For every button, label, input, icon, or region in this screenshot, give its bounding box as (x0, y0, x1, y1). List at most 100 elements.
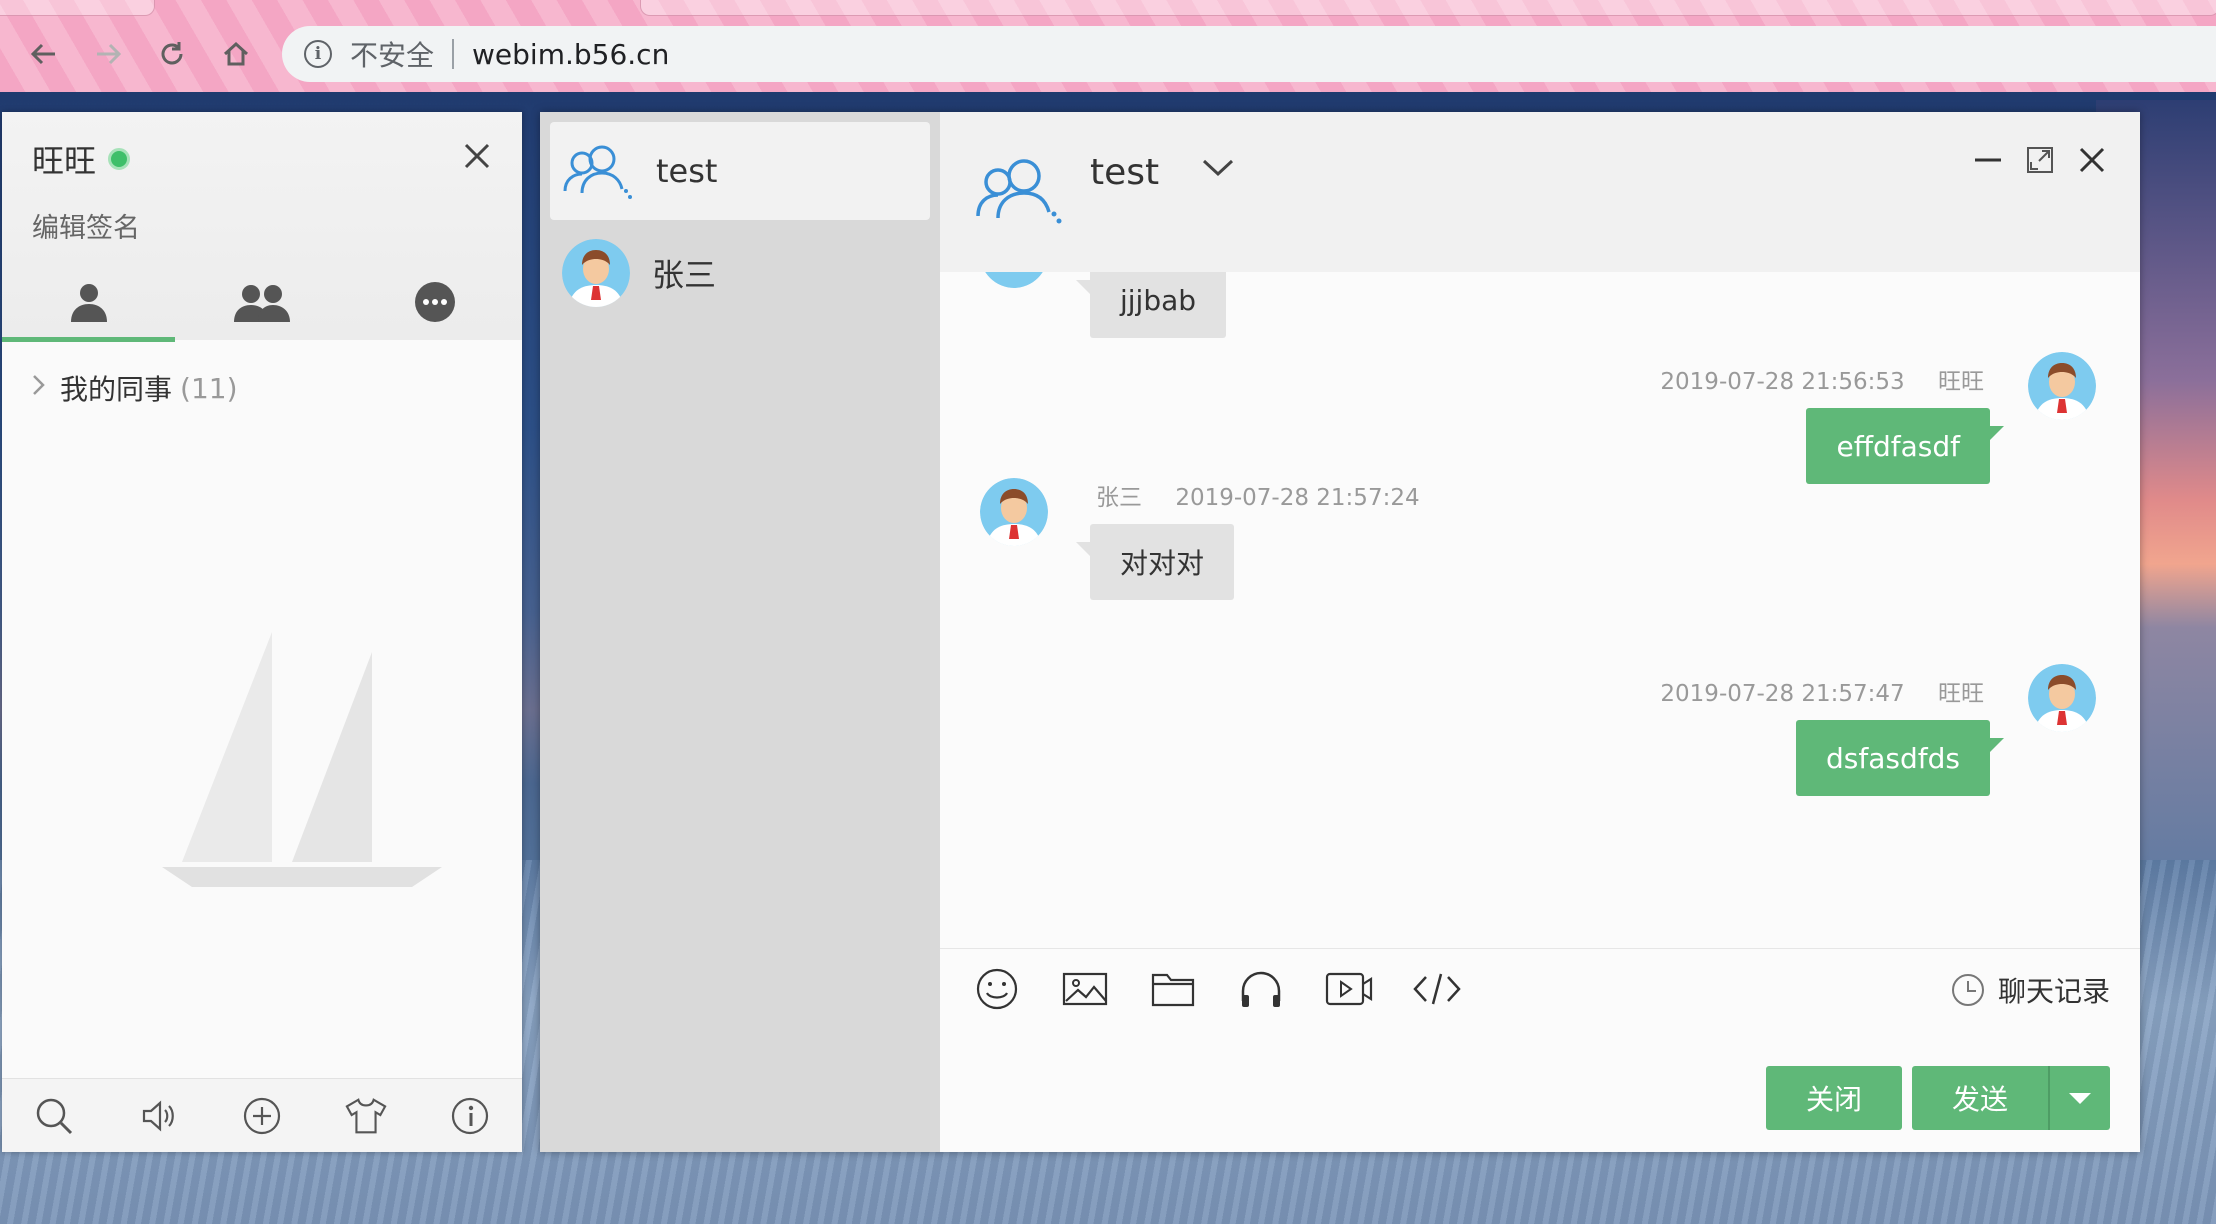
avatar[interactable] (980, 478, 1048, 546)
group-users-icon (233, 285, 290, 322)
tab-groups[interactable] (175, 262, 348, 342)
headphones-icon (1241, 971, 1281, 1007)
message-bubble: 对对对 (1075, 524, 1235, 600)
conversation-name: 张三 (652, 256, 717, 294)
send-button[interactable]: 发送 (1912, 1078, 2048, 1118)
image-icon (1062, 972, 1108, 1006)
add-button[interactable] (240, 1094, 284, 1138)
online-status-dot[interactable] (108, 148, 131, 170)
home-icon (223, 41, 249, 66)
message-time: 2019-07-28 21:57:47 (1660, 681, 1905, 707)
video-button[interactable] (1324, 964, 1374, 1014)
chevron-right-icon (32, 373, 46, 403)
sailboat-watermark (162, 632, 442, 887)
close-chat-button[interactable]: 关闭 (1766, 1066, 1902, 1130)
username-row: 旺旺 (32, 136, 131, 182)
tab-friends[interactable] (2, 262, 176, 342)
skin-button[interactable] (344, 1094, 388, 1138)
close-icon (464, 143, 490, 169)
clock-icon (1951, 974, 1984, 1006)
group-name: 我的同事 (60, 373, 173, 406)
conversation-list: test 张三 (540, 112, 940, 1152)
video-icon (1325, 972, 1373, 1006)
close-icon (2079, 147, 2105, 173)
tab-history[interactable] (349, 262, 522, 342)
username: 旺旺 (32, 142, 97, 180)
url-text[interactable]: webim.b56.cn (472, 38, 669, 71)
friend-group-row[interactable]: 我的同事 (11) (32, 368, 238, 408)
info-icon[interactable]: i (304, 40, 332, 68)
chat-window: test 张三 test jjjbab 2019-07-28 21:56:53 … (540, 112, 2140, 1152)
reload-button[interactable] (152, 34, 192, 74)
back-button[interactable] (24, 34, 64, 74)
search-icon (36, 1098, 73, 1134)
avatar[interactable] (2028, 664, 2096, 732)
about-button[interactable] (448, 1094, 492, 1138)
group-chat-icon (563, 145, 632, 199)
browser-tab[interactable] (0, 0, 155, 16)
conversation-item-test[interactable]: test (550, 122, 930, 220)
message-sender: 张三 (1096, 485, 1142, 511)
chat-history-button[interactable]: 聊天记录 (1950, 970, 2110, 1010)
main-panel-footer (2, 1078, 522, 1152)
message-meta: 2019-07-28 21:57:47 旺旺 (1660, 674, 1984, 708)
avatar[interactable] (2028, 352, 2096, 420)
plus-circle-icon (243, 1097, 281, 1134)
tshirt-icon (345, 1097, 387, 1133)
image-button[interactable] (1060, 964, 1110, 1014)
toolbar-divider (940, 948, 2140, 950)
im-main-panel: 旺旺 编辑签名 我的同事 (11) (2, 112, 522, 1152)
maximize-icon (2027, 147, 2053, 173)
group-count: (11) (180, 371, 238, 405)
forward-button[interactable] (88, 34, 128, 74)
insecure-label: 不安全 (350, 39, 435, 72)
chat-bubble-icon (415, 282, 456, 322)
chat-close-button[interactable] (2072, 140, 2112, 180)
chat-title: test (1090, 152, 1160, 193)
forward-arrow-icon (97, 43, 122, 65)
emoji-button[interactable] (972, 964, 1022, 1014)
message-list: jjjbab 2019-07-28 21:56:53 旺旺 effdfasdf … (940, 272, 2140, 948)
minimize-button[interactable] (1968, 140, 2008, 180)
group-chat-icon (976, 159, 1062, 224)
send-options-button[interactable] (2050, 1066, 2110, 1130)
message-time: 2019-07-28 21:57:24 (1175, 485, 1420, 511)
sound-button[interactable] (136, 1094, 180, 1138)
avatar (562, 239, 630, 307)
maximize-button[interactable] (2020, 140, 2060, 180)
chat-main: test jjjbab 2019-07-28 21:56:53 旺旺 effdf… (940, 112, 2140, 1152)
chat-history-label: 聊天记录 (1997, 975, 2110, 1008)
browser-tab-active[interactable] (640, 0, 2216, 16)
message-time: 2019-07-28 21:56:53 (1660, 369, 1905, 395)
caret-down-icon (2069, 1092, 2091, 1104)
search-button[interactable] (32, 1094, 76, 1138)
chat-header: test (940, 112, 2140, 272)
conversation-name: test (656, 152, 718, 190)
message-meta: 2019-07-28 21:56:53 旺旺 (1660, 362, 1984, 396)
message-bubble: effdfasdf (1806, 408, 2004, 484)
message-sender: 旺旺 (1938, 681, 1984, 707)
send-button-group: 发送 (1912, 1066, 2110, 1130)
minimize-icon (1975, 158, 2001, 162)
code-button[interactable] (1412, 964, 1462, 1014)
main-tabs (2, 262, 522, 342)
home-button[interactable] (216, 34, 256, 74)
message-bubble: jjjbab (1075, 272, 1227, 338)
code-icon (1413, 973, 1461, 1005)
info-circle-icon (451, 1097, 489, 1134)
conversation-item-zhangsan[interactable]: 张三 (550, 224, 930, 322)
folder-icon (1151, 973, 1195, 1007)
speaker-icon (142, 1100, 174, 1131)
user-icon (70, 284, 107, 322)
address-bar[interactable]: i 不安全 webim.b56.cn (282, 26, 2216, 82)
chevron-down-icon[interactable] (1202, 158, 1234, 178)
main-panel-close-button[interactable] (462, 138, 492, 178)
message-sender: 旺旺 (1938, 369, 1984, 395)
main-panel-header: 旺旺 编辑签名 (2, 112, 522, 342)
avatar[interactable] (980, 272, 1048, 288)
smiley-icon (976, 968, 1018, 1010)
edit-signature[interactable]: 编辑签名 (32, 206, 140, 245)
file-button[interactable] (1148, 964, 1198, 1014)
audio-button[interactable] (1236, 964, 1286, 1014)
message-meta: 张三 2019-07-28 21:57:24 (1096, 478, 1420, 512)
